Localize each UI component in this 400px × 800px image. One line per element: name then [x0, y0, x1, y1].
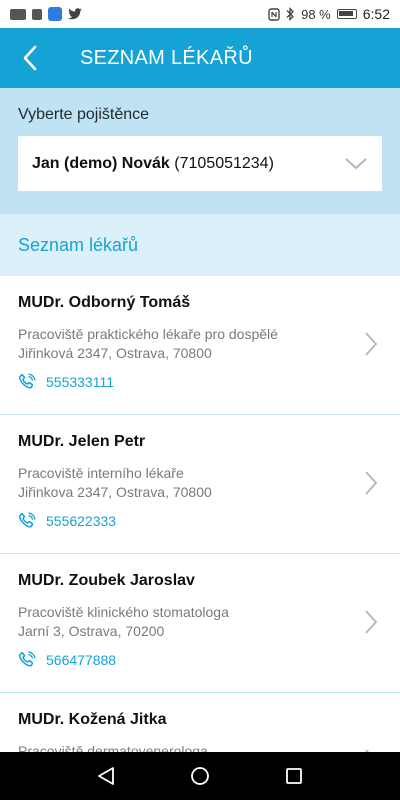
nfc-icon	[268, 7, 280, 21]
chevron-down-icon	[345, 157, 367, 169]
doctor-phone-link[interactable]: 555333111	[18, 373, 382, 391]
doctor-phone: 555333111	[46, 374, 114, 390]
circle-home-icon	[191, 767, 209, 785]
doctor-phone-link[interactable]: 566477888	[18, 651, 382, 669]
phone-icon	[18, 651, 36, 667]
status-bar: 98 % 6:52	[0, 0, 400, 28]
doctor-workplace: Pracoviště klinického stomatologa	[18, 604, 229, 620]
section-title: Seznam lékařů	[18, 234, 139, 255]
status-right: 98 % 6:52	[268, 6, 390, 22]
phone-icon	[18, 373, 36, 389]
doctor-name: MUDr. Zoubek Jaroslav	[18, 572, 195, 589]
app-notification-icon	[48, 7, 62, 21]
doctor-address: Jarní 3, Ostrava, 70200	[18, 623, 165, 639]
battery-percent: 98 %	[301, 6, 331, 22]
doctor-list-item[interactable]: MUDr. Zoubek Jaroslav Pracoviště klinick…	[0, 554, 400, 693]
insured-selector-area: Vyberte pojištěnce Jan (demo) Novák (710…	[0, 88, 400, 214]
selector-label: Vyberte pojištěnce	[18, 106, 150, 123]
app-bar: SEZNAM LÉKAŘŮ	[0, 28, 400, 88]
square-recents-icon	[286, 768, 302, 784]
doctor-phone-link[interactable]: 555622333	[18, 512, 382, 530]
doctor-name: MUDr. Odborný Tomáš	[18, 294, 191, 311]
doctor-workplace: Pracoviště dermatovenerologa	[18, 743, 208, 752]
phone-icon	[18, 512, 36, 528]
back-arrow-icon	[23, 45, 37, 71]
doctor-name: MUDr. Jelen Petr	[18, 433, 146, 450]
back-button[interactable]	[0, 28, 60, 88]
doctor-phone: 566477888	[46, 652, 117, 668]
clock: 6:52	[362, 6, 390, 22]
carrier-icon	[10, 8, 26, 20]
insured-person-dropdown[interactable]: Jan (demo) Novák (7105051234)	[18, 136, 382, 191]
nav-recents-button[interactable]	[282, 764, 306, 788]
signal-4g-icon	[32, 8, 42, 20]
page-title: SEZNAM LÉKAŘŮ	[80, 46, 253, 69]
chevron-right-icon	[365, 610, 378, 634]
twitter-icon	[68, 8, 82, 20]
doctor-address: Jiřinková 2347, Ostrava, 70800	[18, 345, 212, 361]
status-left	[10, 7, 82, 21]
section-header: Seznam lékařů	[0, 214, 400, 276]
battery-icon	[336, 9, 357, 19]
doctor-phone: 555622333	[46, 513, 117, 529]
nav-home-button[interactable]	[188, 764, 212, 788]
selected-person-name: Jan (demo) Novák	[32, 154, 170, 172]
system-nav-bar	[0, 752, 400, 800]
chevron-right-icon	[365, 332, 378, 356]
doctor-workplace: Pracoviště praktického lékaře pro dospěl…	[18, 326, 278, 342]
triangle-back-icon	[98, 767, 114, 785]
doctor-list-item[interactable]: MUDr. Jelen Petr Pracoviště interního lé…	[0, 415, 400, 554]
selected-person-id: (7105051234)	[174, 154, 274, 172]
chevron-right-icon	[365, 471, 378, 495]
nav-back-button[interactable]	[94, 764, 118, 788]
bluetooth-icon	[286, 7, 295, 21]
doctor-workplace: Pracoviště interního lékaře	[18, 465, 184, 481]
doctor-list-item[interactable]: MUDr. Kožená Jitka Pracoviště dermatoven…	[0, 693, 400, 752]
selected-insured-person: Jan (demo) Novák (7105051234)	[32, 155, 274, 173]
doctor-list-item[interactable]: MUDr. Odborný Tomáš Pracoviště praktické…	[0, 276, 400, 415]
doctor-address: Jiřinkova 2347, Ostrava, 70800	[18, 484, 212, 500]
doctor-name: MUDr. Kožená Jitka	[18, 711, 167, 728]
doctor-list[interactable]: MUDr. Odborný Tomáš Pracoviště praktické…	[0, 276, 400, 752]
